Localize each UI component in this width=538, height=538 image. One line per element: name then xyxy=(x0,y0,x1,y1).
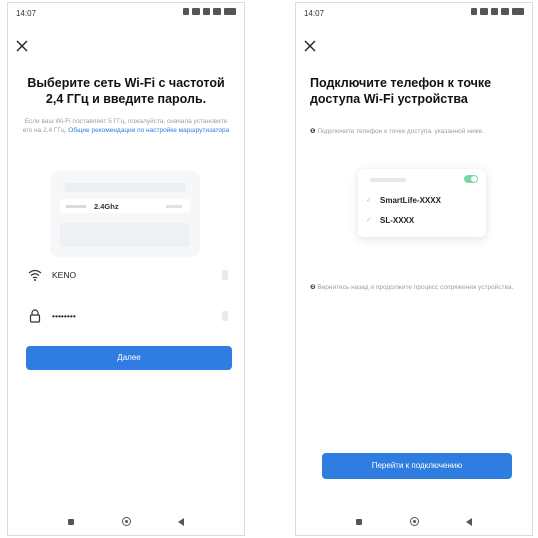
instruction-note-1-text: Подключите телефон к точке доступа, указ… xyxy=(317,128,485,135)
bluetooth-icon xyxy=(471,8,477,15)
status-icons xyxy=(471,8,524,15)
instruction-note-2: ❷ Вернитесь назад и продолжите процесс с… xyxy=(310,283,516,292)
close-button[interactable] xyxy=(303,39,317,53)
status-time: 14:07 xyxy=(16,9,37,18)
screen-connect-hotspot: 14:07 Подключите телефон к точке доступа… xyxy=(295,2,533,536)
wifi-item-label: SL-XXXX xyxy=(380,215,415,225)
next-button[interactable]: Далее xyxy=(26,346,232,370)
signal-icon xyxy=(203,8,210,15)
instruction-note-2-text: Вернитесь назад и продолжите процесс соп… xyxy=(317,284,514,291)
router-band-label: 2.4Ghz xyxy=(94,201,119,211)
signal-icon xyxy=(491,8,498,15)
router-row-placeholder xyxy=(64,183,186,192)
wifi-toggle xyxy=(464,175,478,183)
wifi-list-illustration: ✓ SmartLife-XXXX ✓ SL-XXXX xyxy=(358,169,486,237)
ssid-field[interactable]: KENO xyxy=(28,265,228,286)
instruction-note-1: ❶ Подключите телефон к точке доступа, ук… xyxy=(310,127,516,136)
home-icon[interactable] xyxy=(410,517,419,526)
alarm-icon xyxy=(480,8,488,15)
status-bar: 14:07 xyxy=(8,3,244,25)
battery-icon xyxy=(224,8,236,15)
lock-icon xyxy=(28,309,42,323)
router-illustration: 2.4Ghz xyxy=(50,171,200,257)
wifi-icon xyxy=(28,268,42,282)
close-button[interactable] xyxy=(15,39,29,53)
info-bullet-icon: ❷ xyxy=(310,284,316,291)
password-value: •••••••• xyxy=(52,311,76,321)
ssid-value: KENO xyxy=(52,270,77,280)
back-icon[interactable] xyxy=(466,518,472,526)
status-icons xyxy=(183,8,236,15)
recents-icon[interactable] xyxy=(356,519,362,525)
status-bar: 14:07 xyxy=(296,3,532,25)
close-icon xyxy=(16,40,28,52)
wifi-status-icon xyxy=(213,8,221,15)
wifi-list-item: ✓ SmartLife-XXXX xyxy=(366,193,478,207)
router-row-dots xyxy=(66,204,86,208)
wifi-list-header xyxy=(366,175,478,185)
close-icon xyxy=(304,40,316,52)
password-visibility-icon[interactable] xyxy=(222,311,228,321)
wifi-item-icon: ✓ xyxy=(366,217,372,224)
home-icon[interactable] xyxy=(122,517,131,526)
info-bullet-icon: ❶ xyxy=(310,128,316,135)
status-time: 14:07 xyxy=(304,9,325,18)
page-title: Подключите телефон к точке доступа Wi-Fi… xyxy=(310,76,492,106)
router-band-row: 2.4Ghz xyxy=(60,199,190,213)
wifi-list-item: ✓ SL-XXXX xyxy=(366,213,478,227)
router-row-placeholder-2 xyxy=(60,223,190,247)
alarm-icon xyxy=(192,8,200,15)
back-icon[interactable] xyxy=(178,518,184,526)
battery-icon xyxy=(512,8,524,15)
go-to-connection-button[interactable]: Перейти к подключению xyxy=(322,453,512,479)
password-field[interactable]: •••••••• xyxy=(28,306,228,327)
wifi-status-icon xyxy=(501,8,509,15)
page-title: Выберите сеть Wi-Fi с частотой 2,4 ГГц и… xyxy=(27,76,225,106)
wifi-item-icon: ✓ xyxy=(366,197,372,204)
wifi-list-header-placeholder xyxy=(370,178,406,182)
wifi-item-label: SmartLife-XXXX xyxy=(380,195,441,205)
navigation-bar xyxy=(296,513,532,535)
recents-icon[interactable] xyxy=(68,519,74,525)
ssid-dropdown-icon[interactable] xyxy=(222,270,228,280)
screen-select-wifi: 14:07 Выберите сеть Wi-Fi с частотой 2,4… xyxy=(7,2,245,536)
bluetooth-icon xyxy=(183,8,189,15)
router-row-end xyxy=(166,204,182,208)
navigation-bar xyxy=(8,513,244,535)
help-text: Если ваш Wi-Fi поставляет 5 ГГц, пожалуй… xyxy=(22,117,230,135)
router-guide-link[interactable]: Общие рекомендации по настройке маршрути… xyxy=(68,127,229,134)
